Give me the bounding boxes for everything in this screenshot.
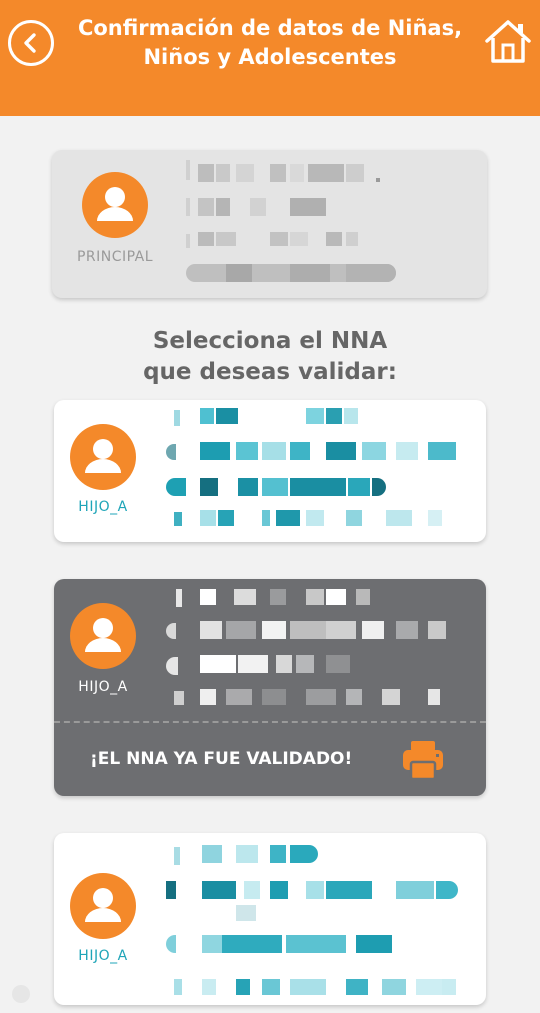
child-redacted-info bbox=[166, 404, 476, 538]
page-title: Confirmación de datos de Niñas, Niños y … bbox=[70, 14, 470, 72]
back-arrow-icon bbox=[24, 33, 36, 53]
principal-card[interactable]: PRINCIPAL bbox=[52, 150, 487, 298]
page-title-line2: Niños y Adolescentes bbox=[143, 45, 397, 69]
select-nna-heading-line1: Selecciona el NNA bbox=[152, 328, 388, 354]
child-redacted-info bbox=[166, 839, 476, 1005]
back-button[interactable] bbox=[8, 20, 54, 66]
principal-role-label: PRINCIPAL bbox=[76, 249, 154, 265]
printer-icon bbox=[403, 741, 443, 781]
child-role-label: HIJO_A bbox=[78, 499, 128, 515]
scroll-indicator bbox=[12, 985, 30, 1003]
child-card[interactable]: HIJO_A bbox=[54, 400, 486, 542]
child-avatar bbox=[70, 424, 136, 490]
child-role-label: HIJO_A bbox=[78, 948, 128, 964]
user-avatar-icon bbox=[85, 439, 121, 473]
child-role-label: HIJO_A bbox=[78, 679, 128, 695]
child-redacted-info bbox=[166, 583, 476, 715]
principal-avatar bbox=[82, 172, 148, 238]
user-avatar-icon bbox=[97, 187, 133, 221]
page-title-line1: Confirmación de datos de Niñas, bbox=[77, 16, 463, 40]
user-avatar-icon bbox=[85, 888, 121, 922]
child-avatar bbox=[70, 603, 136, 669]
user-avatar-icon bbox=[85, 618, 121, 652]
select-nna-heading: Selecciona el NNA que deseas validar: bbox=[0, 326, 540, 388]
home-button[interactable] bbox=[484, 18, 532, 64]
select-nna-heading-line2: que deseas validar: bbox=[143, 359, 397, 385]
principal-redacted-info bbox=[186, 154, 476, 294]
child-card[interactable]: HIJO_A bbox=[54, 833, 486, 1005]
child-avatar bbox=[70, 873, 136, 939]
home-icon bbox=[485, 20, 531, 63]
child-card-validated[interactable]: HIJO_A ¡EL NNA YA FUE VALIDADO! bbox=[54, 579, 486, 796]
validated-status-text: ¡EL NNA YA FUE VALIDADO! bbox=[90, 749, 353, 769]
validated-status-bar: ¡EL NNA YA FUE VALIDADO! bbox=[54, 721, 486, 796]
print-button[interactable] bbox=[401, 740, 445, 781]
app-header: Confirmación de datos de Niñas, Niños y … bbox=[0, 0, 540, 116]
